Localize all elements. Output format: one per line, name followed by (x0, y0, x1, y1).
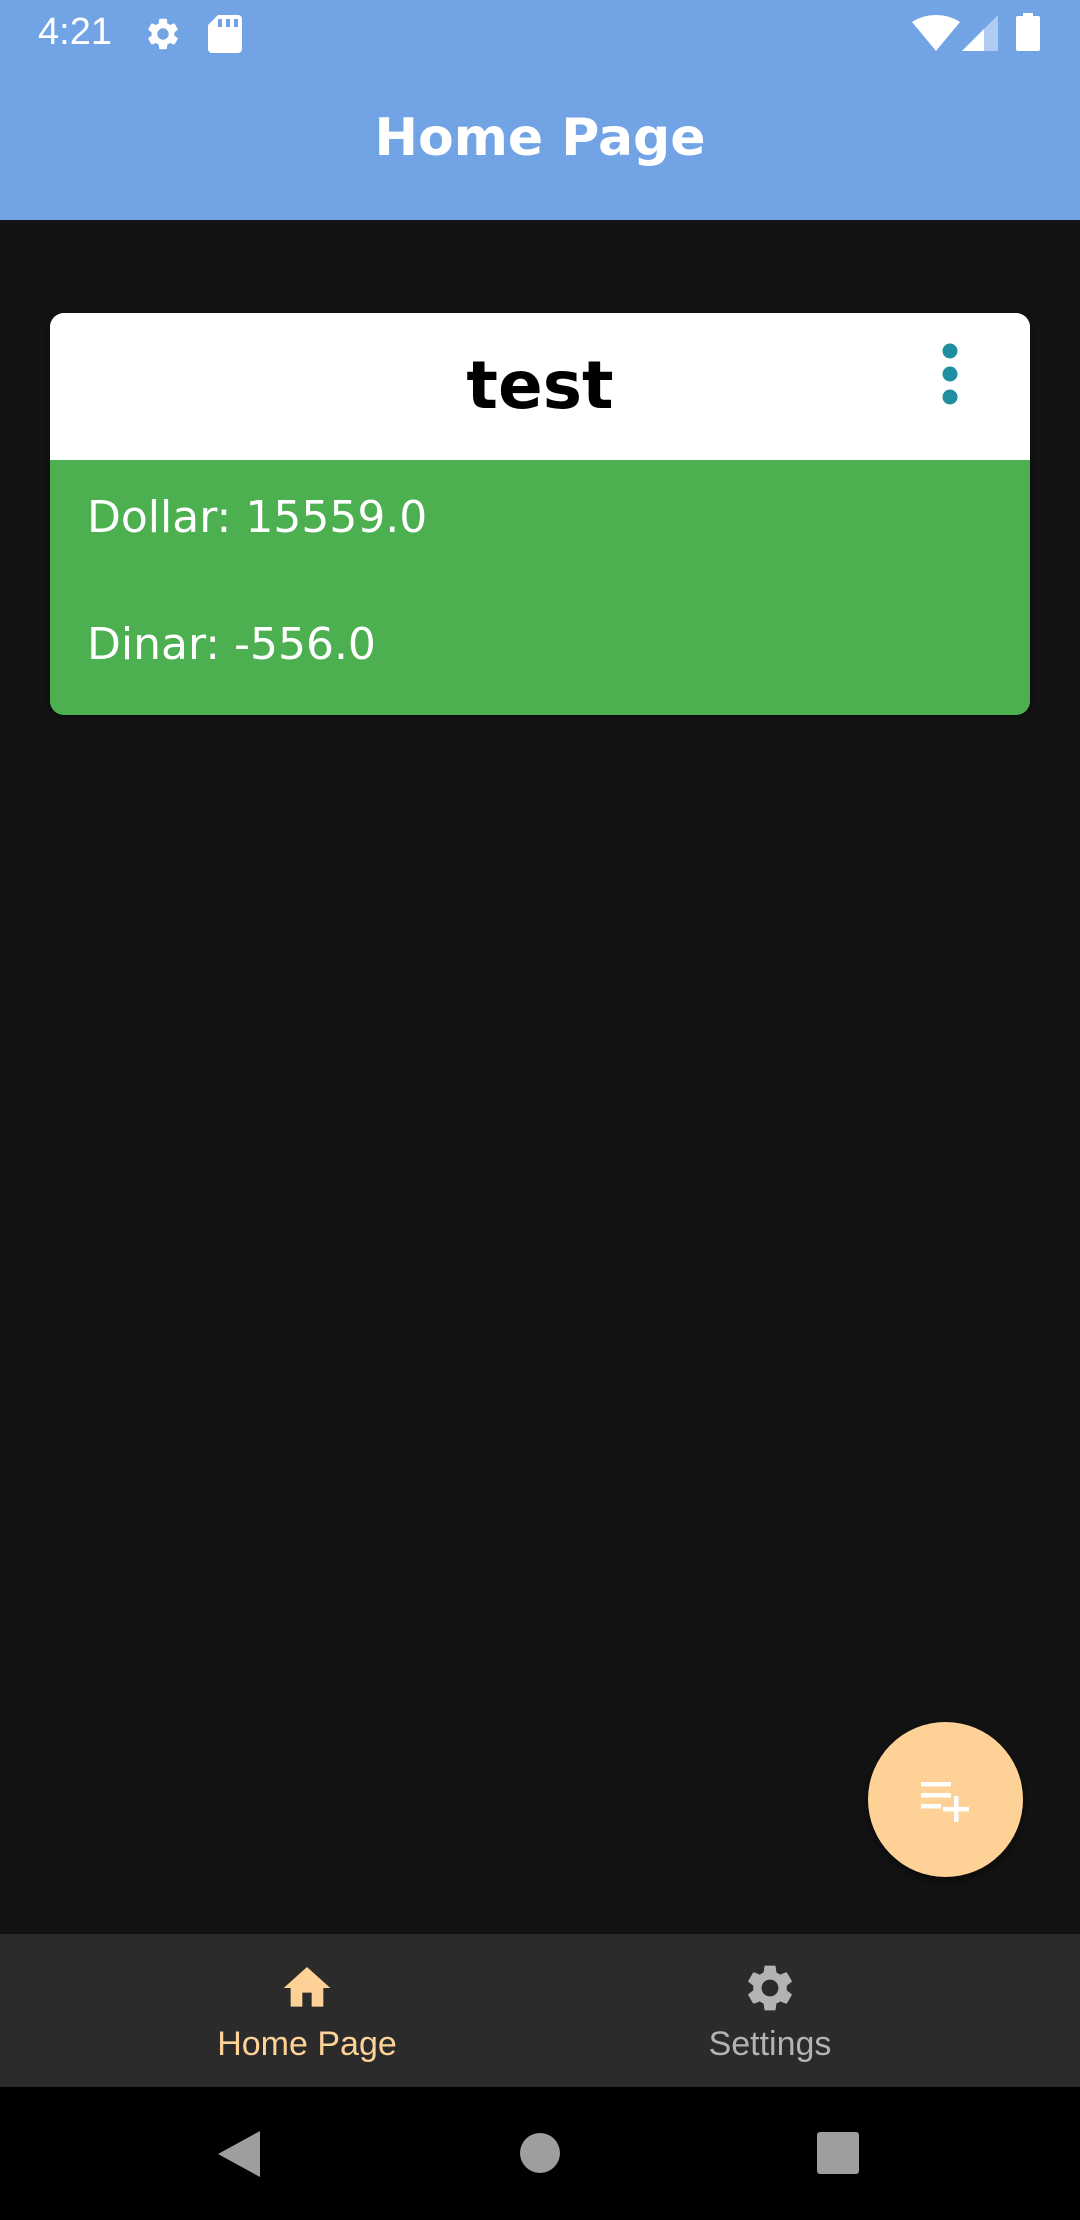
screen: 4:21 Home Page test Dollar: 15559.0 Dina… (0, 0, 1080, 2220)
dinar-balance: Dinar: -556.0 (87, 619, 376, 670)
playlist-add-icon (921, 1782, 969, 1822)
status-bar: 4:21 (0, 0, 1080, 63)
add-list-fab[interactable] (868, 1722, 1023, 1877)
back-icon[interactable] (218, 2131, 260, 2177)
card-title: test (466, 347, 614, 424)
page-title: Home Page (374, 108, 706, 168)
gear-icon (748, 1965, 792, 2011)
bottom-nav: Home Page Settings (0, 1934, 1080, 2087)
nav-item-settings[interactable]: Settings (540, 1934, 1080, 2087)
nav-label-settings: Settings (708, 2025, 832, 2063)
home-icon (283, 1967, 331, 2007)
battery-icon (1016, 13, 1040, 51)
system-nav-bar (0, 2087, 1080, 2220)
more-vert-icon (942, 343, 958, 405)
card-body: Dollar: 15559.0 Dinar: -556.0 (50, 460, 1030, 715)
recents-icon[interactable] (817, 2132, 859, 2174)
gear-icon (148, 18, 178, 50)
home-circle-icon[interactable] (519, 2132, 561, 2174)
nav-item-home[interactable]: Home Page (0, 1934, 540, 2087)
more-options-button[interactable] (920, 335, 980, 415)
sd-card-icon (208, 15, 242, 53)
app-bar: Home Page (0, 63, 1080, 220)
account-card[interactable]: test Dollar: 15559.0 Dinar: -556.0 (50, 313, 1030, 715)
nav-label-home: Home Page (217, 2025, 397, 2063)
wifi-icon (912, 15, 960, 51)
status-time: 4:21 (38, 11, 112, 53)
card-header: test (50, 313, 1030, 460)
signal-icon (962, 15, 998, 51)
dollar-balance: Dollar: 15559.0 (87, 492, 428, 543)
